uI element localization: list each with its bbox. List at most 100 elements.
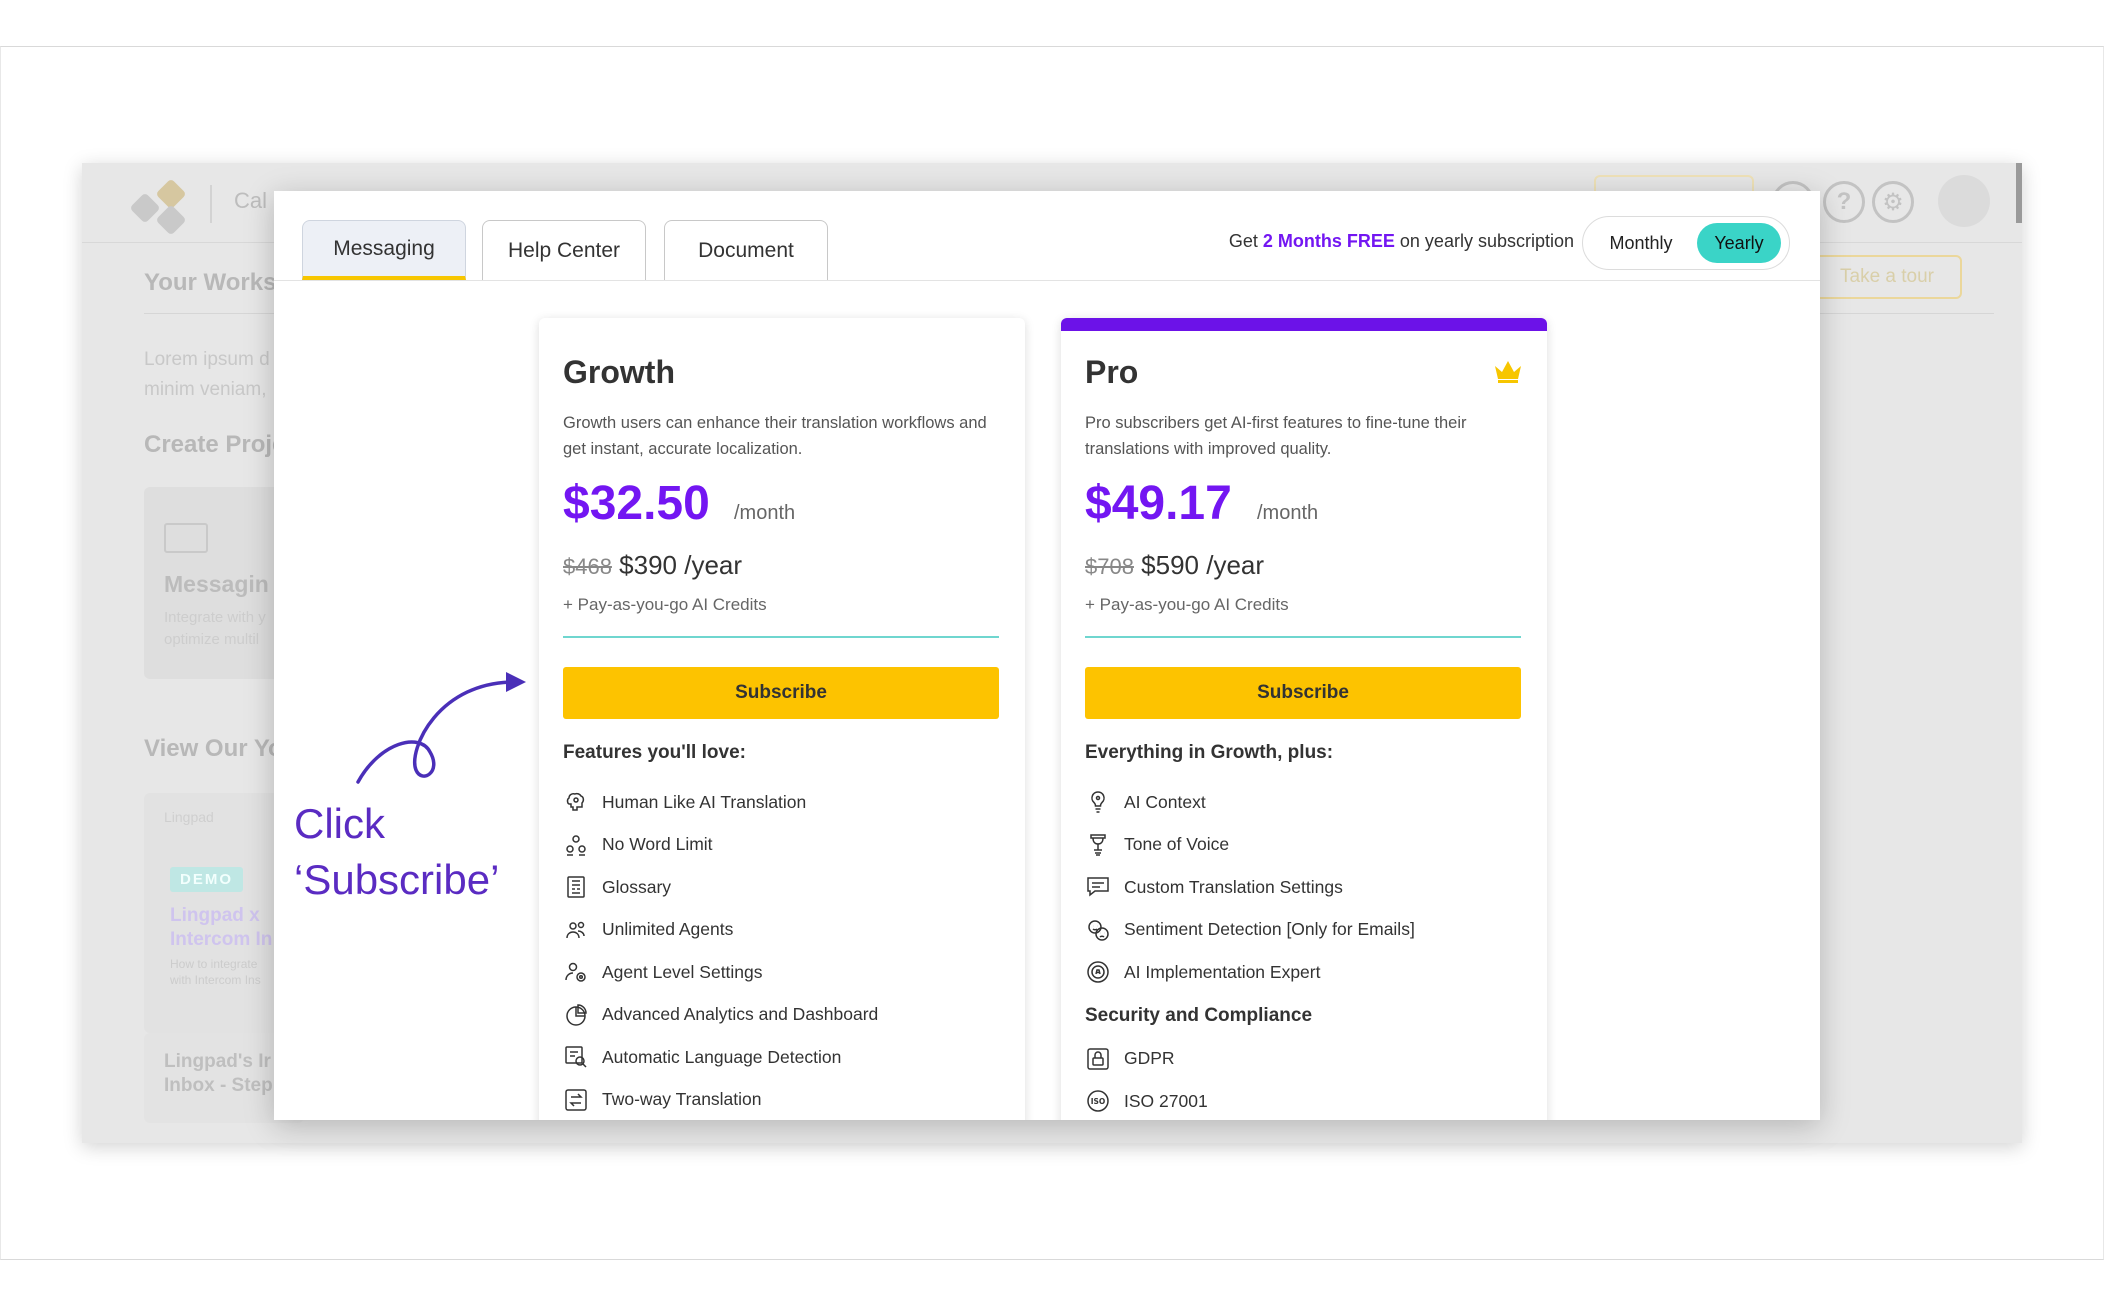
two-way-icon <box>563 1087 589 1113</box>
promo-highlight: 2 Months FREE <box>1262 231 1395 251</box>
plan-name: Growth <box>563 354 675 390</box>
language-detect-icon <box>563 1044 589 1070</box>
demo-sub-2: with Intercom Ins <box>170 973 261 987</box>
feature-label: ISO 27001 <box>1124 1090 1208 1111</box>
feature-label: Human Like AI Translation <box>602 791 807 812</box>
demo-badge: DEMO <box>170 867 243 892</box>
feature-item: Automatic Language Detection <box>563 1036 1003 1079</box>
feature-item: Two-way Translation <box>563 1079 1003 1121</box>
annotation-line-1: Click <box>294 800 385 847</box>
feature-item: Tone of Voice <box>1085 824 1525 867</box>
plan-card-pro: Pro Pro subscribers get AI-first feature… <box>1061 318 1547 1120</box>
billing-toggle[interactable]: Monthly Yearly <box>1582 216 1790 270</box>
ai-credits-note: + Pay-as-you-go AI Credits <box>1085 595 1289 614</box>
feature-label: Tone of Voice <box>1124 834 1230 855</box>
plan-name: Pro <box>1085 354 1139 390</box>
product-tabs: Messaging Help Center Document Get 2 Mon… <box>274 191 1820 281</box>
messaging-icon <box>164 523 208 553</box>
lightbulb-icon <box>1085 789 1111 815</box>
messaging-card-text-2: optimize multil <box>164 631 260 648</box>
features-heading: Features you'll love: <box>563 742 746 763</box>
security-heading: Security and Compliance <box>1085 1004 1313 1026</box>
create-projects-heading: Create Proje <box>144 431 286 458</box>
feature-list: AI Context Tone of Voice Custom Translat… <box>1085 781 1525 1120</box>
price-period: /month <box>734 502 796 524</box>
header-separator <box>210 185 212 223</box>
plan-description: Pro subscribers get AI-first features to… <box>1085 414 1467 458</box>
ai-expert-icon <box>1085 959 1111 985</box>
old-yearly-price: $468 <box>563 554 612 579</box>
feature-item: AI Context <box>1085 781 1525 824</box>
view-our-heading: View Our Yo <box>144 735 283 762</box>
sentiment-icon <box>1085 917 1111 943</box>
ai-credits-note: + Pay-as-you-go AI Credits <box>563 595 767 614</box>
background-scrollbar[interactable] <box>2016 163 2022 223</box>
feature-item: Advanced Analytics and Dashboard <box>563 994 1003 1037</box>
intro-line-1: Lorem ipsum d <box>144 349 270 370</box>
tutorial-slide: Cal ? ⚙ Your Worksp Lorem ipsum d minim … <box>0 0 2106 1304</box>
plan-price: $32.50 <box>563 477 710 530</box>
inbox-title-1: Lingpad's Ir <box>164 1051 271 1072</box>
tab-messaging[interactable]: Messaging <box>302 220 466 280</box>
feature-item: No Word Limit <box>563 824 1003 867</box>
feature-label: AI Implementation Expert <box>1124 961 1321 982</box>
subscribe-button-growth[interactable]: Subscribe <box>563 667 999 719</box>
feature-label: Unlimited Agents <box>602 919 734 940</box>
new-yearly-price: $590 /year <box>1133 550 1265 580</box>
feature-item: GDPR <box>1085 1038 1525 1081</box>
subscribe-button-pro[interactable]: Subscribe <box>1085 667 1521 719</box>
chat-settings-icon <box>1085 874 1111 900</box>
agents-icon <box>563 917 589 943</box>
brain-icon <box>563 789 589 815</box>
yearly-promo: Get 2 Months FREE on yearly subscription <box>1229 231 1574 252</box>
feature-label: Agent Level Settings <box>602 961 763 982</box>
messaging-card-text-1: Integrate with y <box>164 609 266 626</box>
toggle-yearly[interactable]: Yearly <box>1697 223 1781 263</box>
demo-brand: Lingpad <box>164 809 214 825</box>
glossary-icon <box>563 874 589 900</box>
demo-title-1: Lingpad x <box>170 905 260 926</box>
infinity-people-icon <box>563 832 589 858</box>
old-yearly-price: $708 <box>1085 554 1134 579</box>
feature-item: AI Implementation Expert <box>1085 951 1525 994</box>
agent-settings-icon <box>563 959 589 985</box>
feature-item: ISO ISO 27001 <box>1085 1080 1525 1120</box>
demo-sub-1: How to integrate <box>170 957 258 971</box>
plan-description: Growth users can enhance their translati… <box>563 414 987 458</box>
feature-label: Advanced Analytics and Dashboard <box>602 1004 879 1025</box>
feature-label: Automatic Language Detection <box>602 1046 842 1067</box>
feature-item: Agent Level Settings <box>563 951 1003 994</box>
feature-item: Sentiment Detection [Only for Emails] <box>1085 909 1525 952</box>
help-icon[interactable]: ? <box>1823 181 1865 223</box>
analytics-icon <box>563 1002 589 1028</box>
project-selector[interactable]: Cal <box>234 188 267 214</box>
toggle-monthly[interactable]: Monthly <box>1591 223 1691 263</box>
avatar[interactable] <box>1938 175 1990 227</box>
messaging-card-title: Messagin <box>164 571 269 597</box>
tab-help-center[interactable]: Help Center <box>482 220 646 280</box>
feature-item: Custom Translation Settings <box>1085 866 1525 909</box>
demo-title-2: Intercom In <box>170 929 273 950</box>
lingpad-logo <box>129 178 187 236</box>
microphone-icon <box>1085 832 1111 858</box>
promo-prefix: Get <box>1228 231 1263 251</box>
intro-line-2: minim veniam, <box>144 379 267 400</box>
take-tour-button[interactable]: Take a tour <box>1812 255 1962 299</box>
feature-label: Two-way Translation <box>602 1089 762 1110</box>
card-divider <box>563 636 999 638</box>
svg-text:ISO: ISO <box>1091 1097 1106 1106</box>
tab-document[interactable]: Document <box>664 220 828 280</box>
pointer-arrow-icon <box>356 672 526 784</box>
feature-item: Glossary <box>563 866 1003 909</box>
feature-list: Human Like AI Translation No Word Limit … <box>563 781 1003 1120</box>
inbox-title-2: Inbox - Step <box>164 1075 273 1096</box>
card-divider <box>1085 636 1521 638</box>
plan-price: $49.17 <box>1085 477 1232 530</box>
gear-icon[interactable]: ⚙ <box>1872 181 1914 223</box>
feature-label: Glossary <box>602 876 672 897</box>
feature-label: Sentiment Detection [Only for Emails] <box>1124 919 1415 940</box>
yearly-price: $708 $590 /year <box>1085 550 1264 581</box>
lock-icon <box>1085 1046 1111 1072</box>
featured-plan-bar <box>1061 318 1547 331</box>
yearly-price: $468 $390 /year <box>563 550 742 581</box>
